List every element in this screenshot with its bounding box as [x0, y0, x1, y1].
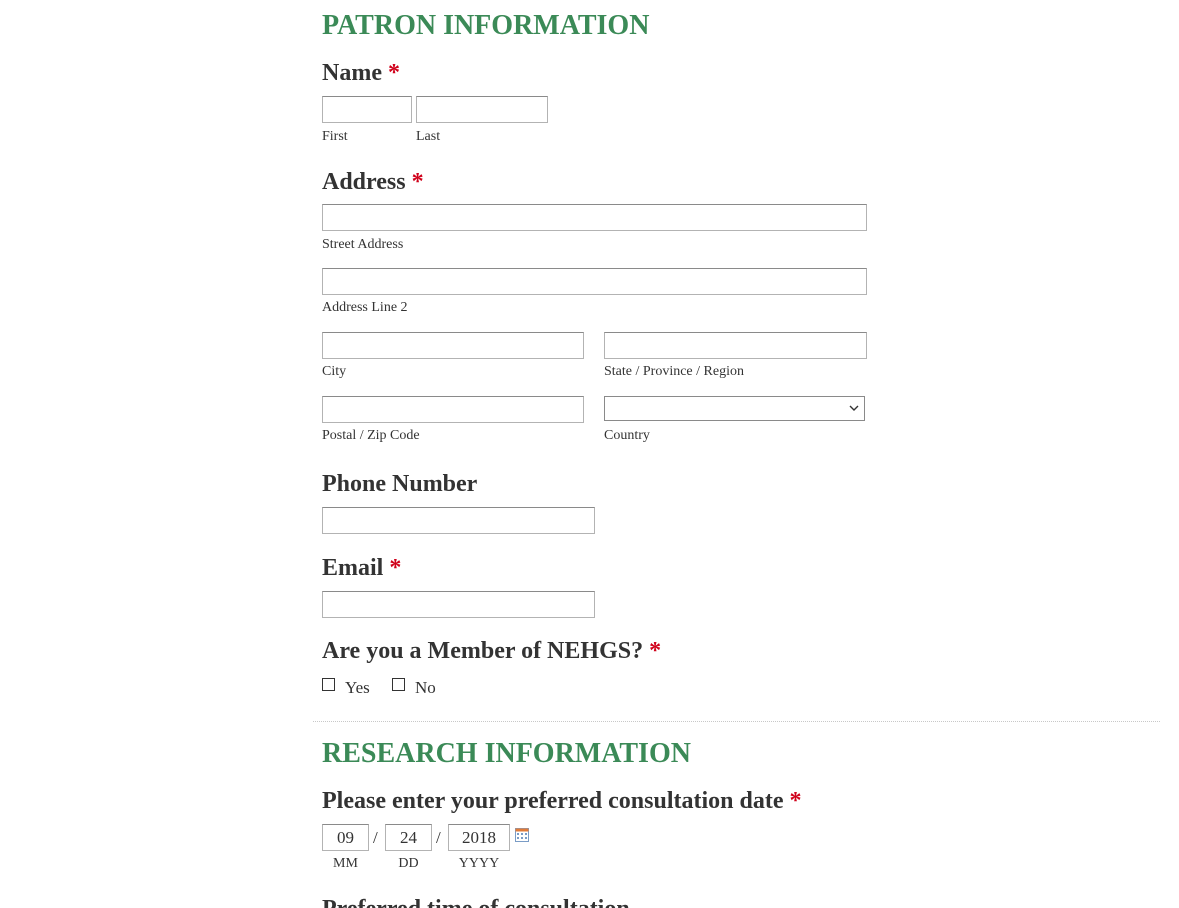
consultation-date-label-text: Please enter your preferred consultation…: [322, 788, 784, 814]
date-year-sublabel: YYYY: [458, 856, 500, 871]
city-sublabel: City: [322, 364, 347, 379]
state-sublabel: State / Province / Region: [604, 364, 744, 379]
date-day-sublabel: DD: [398, 856, 419, 871]
zip-input[interactable]: [322, 396, 584, 423]
country-sublabel: Country: [604, 428, 650, 443]
address-label-text: Address: [322, 169, 406, 195]
consultation-time-label: Preferred time of consultation: [322, 897, 630, 908]
address-line2-input[interactable]: [322, 268, 867, 295]
form-page: PATRON INFORMATION Name * First Last Add…: [0, 0, 1179, 908]
email-input[interactable]: [322, 591, 595, 618]
address-line2-sublabel: Address Line 2: [322, 300, 408, 315]
date-separator: /: [373, 828, 378, 847]
required-asterisk: *: [389, 555, 402, 581]
state-input[interactable]: [604, 332, 867, 359]
date-year-input[interactable]: [448, 824, 510, 851]
date-day-input[interactable]: [385, 824, 432, 851]
required-asterisk: *: [789, 788, 802, 814]
name-label-text: Name: [322, 60, 382, 86]
street-address-input[interactable]: [322, 204, 867, 231]
date-separator: /: [436, 828, 441, 847]
research-section-title: RESEARCH INFORMATION: [322, 738, 691, 769]
section-divider: [313, 721, 1160, 722]
calendar-icon[interactable]: [515, 828, 529, 842]
email-label-text: Email: [322, 555, 384, 581]
required-asterisk: *: [411, 169, 424, 195]
street-address-sublabel: Street Address: [322, 237, 404, 252]
member-no-label[interactable]: No: [415, 679, 436, 696]
first-name-sublabel: First: [322, 129, 348, 144]
first-name-input[interactable]: [322, 96, 412, 123]
last-name-input[interactable]: [416, 96, 548, 123]
name-label: Name *: [322, 61, 400, 85]
phone-label: Phone Number: [322, 471, 478, 497]
member-yes-checkbox[interactable]: [322, 678, 335, 691]
patron-section-title: PATRON INFORMATION: [322, 10, 650, 41]
member-label-text: Are you a Member of NEHGS?: [322, 638, 644, 664]
member-yes-label[interactable]: Yes: [345, 679, 370, 696]
zip-sublabel: Postal / Zip Code: [322, 428, 420, 443]
member-no-checkbox[interactable]: [392, 678, 405, 691]
consultation-date-label: Please enter your preferred consultation…: [322, 789, 801, 813]
address-label: Address *: [322, 170, 424, 194]
phone-input[interactable]: [322, 507, 595, 534]
required-asterisk: *: [649, 638, 662, 664]
required-asterisk: *: [387, 60, 400, 86]
country-select[interactable]: [604, 396, 865, 421]
city-input[interactable]: [322, 332, 584, 359]
date-month-sublabel: MM: [333, 856, 358, 871]
member-label: Are you a Member of NEHGS? *: [322, 639, 661, 663]
email-label: Email *: [322, 556, 401, 580]
date-month-input[interactable]: [322, 824, 369, 851]
last-name-sublabel: Last: [416, 129, 441, 144]
chevron-down-icon: [849, 405, 859, 411]
